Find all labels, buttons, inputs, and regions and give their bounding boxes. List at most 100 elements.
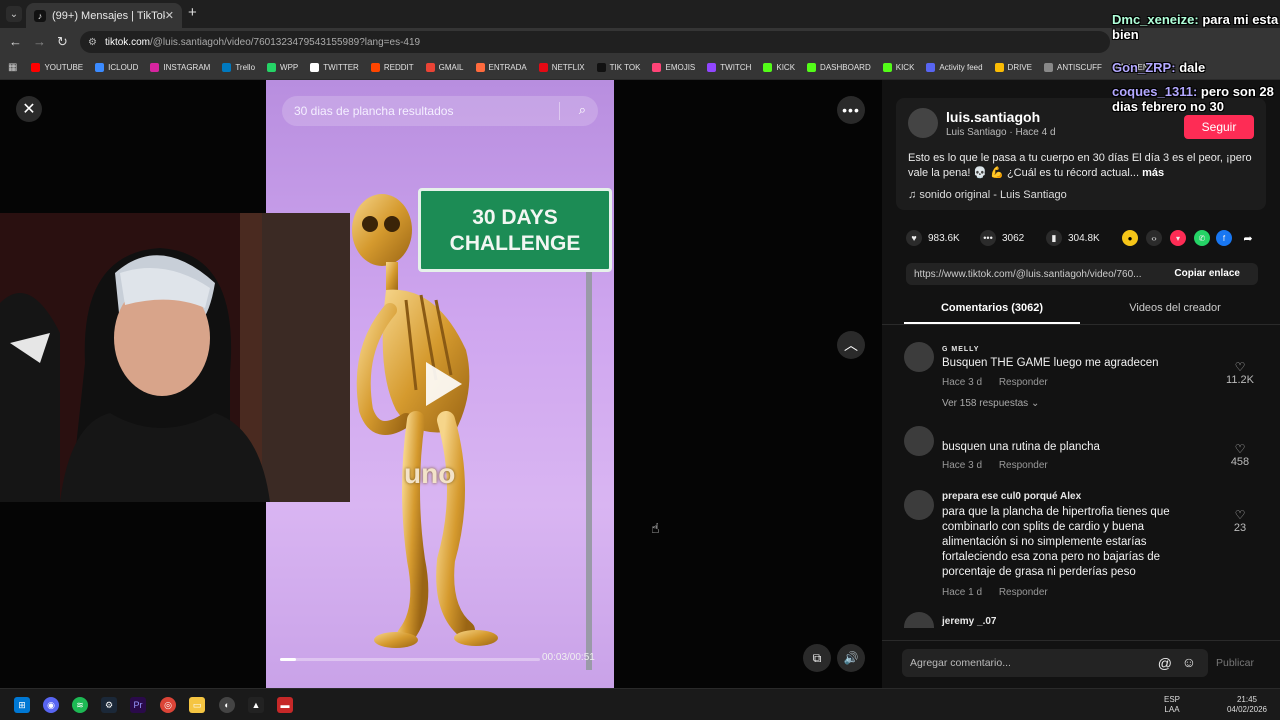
language-indicator[interactable]: ESP LAA [1164,695,1180,715]
search-icon[interactable]: ⌕ [579,102,586,118]
video-progress-bar[interactable] [280,658,540,661]
comment-avatar[interactable] [904,490,934,520]
language-code: ESP [1163,695,1180,704]
chrome-icon[interactable]: ◎ [160,697,176,713]
comment-button[interactable]: ••• 3062 [980,230,1024,246]
emoji-icon[interactable]: ☺ [1182,654,1196,670]
share-arrow-icon[interactable]: ➦ [1240,230,1256,246]
bookmark-label: KICK [776,63,796,72]
description-text: Esto es lo que le pasa a tu cuerpo en 30… [908,152,1252,179]
bookmark-item[interactable]: EMOJIS [652,63,695,72]
bookmark-label: ICLOUD [108,63,139,72]
address-bar[interactable]: ⚙ tiktok.com/@luis.santiagoh/video/76013… [80,31,1110,53]
bookmark-item[interactable]: ICLOUD [95,63,138,72]
play-icon[interactable] [426,362,462,406]
chevron-down-icon: ⌄ [1030,398,1040,409]
comment-input[interactable]: Agregar comentario... @ ☺ [902,649,1208,677]
bookmark-item[interactable]: Activity feed [926,63,983,72]
forward-arrow-icon[interactable]: → [33,34,46,49]
bookmark-favicon-icon [707,63,717,72]
send-icon[interactable]: ▾ [1170,230,1186,246]
reply-button[interactable]: Responder [999,377,1048,388]
new-tab-button[interactable]: + [188,4,197,21]
share-coin-icon[interactable]: ● [1122,230,1138,246]
recording-app-icon[interactable]: ▬ [277,697,293,713]
spotify-icon[interactable]: ≋ [72,697,88,713]
more-options-button[interactable]: ••• [837,96,865,124]
tab-creator-videos[interactable]: Videos del creador [1090,302,1260,314]
volume-button[interactable]: 🔊 [837,644,865,672]
comment-like-button[interactable]: ♡ 11.2K [1220,360,1260,386]
bookmark-item[interactable]: GMAIL [425,63,464,72]
apps-grid-icon[interactable]: ▦ [8,62,17,73]
creator-username[interactable]: luis.santiagoh [946,109,1040,125]
comment-avatar[interactable] [904,612,934,628]
windows-start-icon[interactable]: ⊞ [14,697,30,713]
bookmark-favicon-icon [222,63,232,72]
heart-outline-icon: ♡ [1234,360,1246,374]
bookmark-favicon-icon [95,63,105,72]
bookmark-label: ENTRADA [488,63,527,72]
creator-avatar[interactable] [908,108,938,138]
bookmark-item[interactable]: TWITTER [310,63,359,72]
copy-link-button[interactable]: Copiar enlace [1174,268,1240,279]
bookmark-item[interactable]: DRIVE [994,63,1032,72]
comment-like-button[interactable]: ♡ 458 [1220,442,1260,468]
browser-tab-tiktok[interactable]: ♪ (99+) Mensajes | TikTok ✕ [26,3,182,28]
steam-icon[interactable]: ⚙ [101,697,117,713]
bookmark-item[interactable]: Trello [222,63,255,72]
comment-username[interactable]: jeremy _.07 [942,616,997,627]
reply-button[interactable]: Responder [999,587,1048,598]
bookmark-item[interactable]: INSTAGRAM [150,63,210,72]
bookmark-item[interactable]: KICK [763,63,795,72]
tab-comments[interactable]: Comentarios (3062) [904,302,1080,314]
comment-avatar[interactable] [904,342,934,372]
url-host: tiktok.com [104,36,150,48]
more-link[interactable]: más [1142,167,1164,179]
bookmark-item[interactable]: REDDIT [370,63,414,72]
comment-username[interactable]: prepara ese cul0 porqué Alex [942,491,1081,502]
bookmark-item[interactable]: WPP [267,63,298,72]
comment-username[interactable]: G MELLY [942,346,979,353]
comment-like-count: 11.2K [1226,374,1254,386]
chat-text: dale [1179,60,1206,75]
save-button[interactable]: ▮ 304.8K [1046,230,1100,246]
facebook-icon[interactable]: f [1216,230,1232,246]
whatsapp-icon[interactable]: ✆ [1194,230,1210,246]
bookmark-item[interactable]: DASHBOARD [807,63,871,72]
discord-icon[interactable]: ◉ [43,697,59,713]
previous-video-button[interactable]: ︿ [837,331,865,359]
sound-link[interactable]: ♫ sonido original - Luis Santiago [908,189,1067,201]
close-tab-icon[interactable]: ✕ [165,9,174,22]
reload-icon[interactable]: ↻ [57,34,68,50]
like-button[interactable]: ♥ 983.6K [906,230,960,246]
video-search-box[interactable]: 30 dias de plancha resultados ⌕ [282,96,598,126]
bookmark-item[interactable]: ANTISCUFF [1044,63,1102,72]
bookmark-item[interactable]: YOUTUBE [31,63,83,72]
premiere-icon[interactable]: Pr [130,697,146,713]
file-explorer-icon[interactable]: ▭ [189,697,205,713]
bookmark-item[interactable]: TIK TOK [596,63,640,72]
bookmark-item[interactable]: NETFLIX [538,63,585,72]
comment-avatar[interactable] [904,426,934,456]
bookmark-item[interactable]: ENTRADA [475,63,527,72]
keyboard-layout: LAA [1164,705,1180,714]
embed-code-icon[interactable]: ‹› [1146,230,1162,246]
video-link[interactable]: https://www.tiktok.com/@luis.santiagoh/v… [914,269,1141,280]
view-replies-button[interactable]: Ver 158 respuestas ⌄ [942,398,1039,409]
bookmark-item[interactable]: TWITCH [707,63,751,72]
comment-like-button[interactable]: ♡ 23 [1220,508,1260,534]
close-video-button[interactable]: ✕ [16,96,42,122]
app-icon[interactable]: ▲ [248,697,264,713]
obs-icon[interactable]: ◐ [219,697,235,713]
clock[interactable]: 21:45 04/02/2026 [1222,695,1272,715]
mention-icon[interactable]: @ [1158,655,1172,671]
back-arrow-icon[interactable]: ← [9,34,22,49]
publish-button[interactable]: Publicar [1216,657,1254,669]
bookmark-item[interactable]: KICK [882,63,914,72]
picture-in-picture-button[interactable]: ⧉ [803,644,831,672]
site-info-icon[interactable]: ⚙ [88,37,97,48]
reply-button[interactable]: Responder [999,460,1048,471]
bookmark-label: WPP [280,63,299,72]
tab-search-button[interactable]: ⌄ [6,6,22,22]
